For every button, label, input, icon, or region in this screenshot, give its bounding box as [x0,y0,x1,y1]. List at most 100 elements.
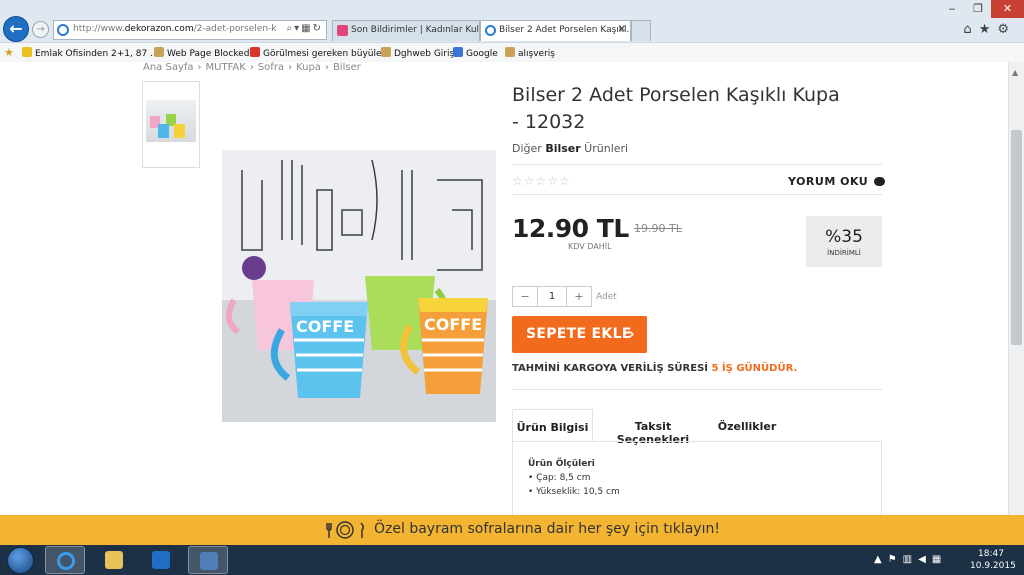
review-link[interactable]: YORUM OKU [788,175,886,188]
system-tray: ▲⚑▥◀▦ [874,554,947,565]
add-to-cart-button[interactable]: SEPETE EKLE › [512,316,647,353]
favorites-bar: ★ Emlak Ofisinden 2+1, 87 ... Web Page B… [0,42,1024,62]
brand-link[interactable]: Diğer Bilser Ürünleri [512,142,628,155]
old-price: 19.90 TL [634,222,682,235]
taskbar-file-explorer[interactable] [94,546,134,574]
product-page: Ana Sayfa › MUTFAK › Sofra › Kupa › Bilser [0,62,1008,515]
fav-item[interactable]: Emlak Ofisinden 2+1, 87 ... [22,47,159,59]
keyboard-icon[interactable]: ▦ [932,554,947,565]
url-prefix: http://www. [73,24,125,34]
url-text: http://www.dekorazon.com/2-adet-porselen… [73,24,277,34]
home-icon[interactable]: ⌂ [963,22,978,37]
crumb-mutfak[interactable]: MUTFAK [206,62,246,73]
fav-label: Görülmesi gereken büyüle... [263,49,391,59]
tab-taksit[interactable]: Taksit Seçenekleri [599,409,707,446]
thumbnail-image [146,100,196,142]
gear-icon[interactable]: ⚙ [997,22,1016,37]
product-thumbnail[interactable] [142,81,200,168]
banner-text: Özel bayram sofralarına dair her şey içi… [374,521,720,537]
address-actions: ⌕▾▦↻ [287,23,323,34]
tax-note: KDV DAHİL [568,242,612,251]
action-center-icon[interactable]: ⚑ [888,554,903,565]
scroll-up-arrow-icon[interactable]: ▲ [1012,68,1018,77]
fav-item[interactable]: alışveriş [505,47,555,59]
product-tabs: Ürün Bilgisi Taksit Seçenekleri Özellikl… [512,409,882,446]
crumb-sofra[interactable]: Sofra [258,62,284,73]
qty-input[interactable]: 1 [538,287,566,306]
folder-icon [105,551,123,569]
new-tab-button[interactable] [631,20,651,41]
maximize-icon[interactable]: ❐ [965,0,991,18]
google-icon [453,47,463,57]
clock-time[interactable]: 18:47 [978,549,1004,559]
tab-urun-bilgisi[interactable]: Ürün Bilgisi [512,409,593,442]
tab-panel: Ürün Ölçüleri • Çap: 8,5 cm • Yükseklik:… [512,441,882,515]
minimize-icon[interactable]: ‒ [939,0,965,18]
fav-item[interactable]: Görülmesi gereken büyüle... [250,47,390,59]
breadcrumb: Ana Sayfa › MUTFAK › Sofra › Kupa › Bilser [143,62,365,73]
compat-view-icon[interactable]: ▦ [301,23,312,34]
network-icon[interactable]: ▥ [903,554,918,565]
s-site-icon [22,47,32,57]
qty-unit: Adet [596,292,617,302]
volume-icon[interactable]: ◀ [918,554,932,565]
monitor-icon [200,552,218,570]
taskbar-internet-explorer[interactable] [45,546,85,574]
drop-icon [250,47,260,57]
fav-item[interactable]: Google [453,47,498,59]
clock-date[interactable]: 10.9.2015 [970,561,1016,571]
divider [512,164,882,165]
forward-arrow-icon[interactable]: → [32,21,49,38]
crumb-kupa[interactable]: Kupa [296,62,321,73]
info-line: • Yükseklik: 10,5 cm [528,487,620,497]
taskbar-remote-app[interactable] [188,546,228,574]
quantity-stepper: − 1 + [512,286,592,307]
fav-label: Google [466,49,498,59]
product-photo[interactable]: COFFE COFFE [222,150,496,422]
page-icon [505,47,515,57]
pink-site-icon [337,25,348,36]
info-line: • Çap: 8,5 cm [528,473,591,483]
tab-kadinlar-kulubu[interactable]: Son Bildirimler | Kadınlar Kulübü [332,20,480,41]
brand-name: Bilser [545,142,581,155]
fav-label: Web Page Blocked [167,49,250,59]
qty-plus-button[interactable]: + [566,287,591,306]
crumb-home[interactable]: Ana Sayfa [143,62,194,73]
browser-chrome: ← → http://www.dekorazon.com/2-adet-pors… [0,0,1024,62]
promo-banner[interactable]: Özel bayram sofralarına dair her şey içi… [0,515,1024,545]
rating-stars[interactable]: ☆☆☆☆☆ [512,174,571,188]
fav-item[interactable]: Dghweb Giriş [381,47,454,59]
current-price: 12.90 TL [512,214,629,243]
url-domain: dekorazon.com [124,24,194,34]
windows-start-icon[interactable] [7,547,34,574]
qty-minus-button[interactable]: − [513,287,538,306]
ie-icon [57,552,75,570]
svg-text:COFFE: COFFE [296,317,354,336]
close-tab-icon[interactable]: ✕ [618,24,626,35]
tab-label: Bilser 2 Adet Porselen Kaşıkl... [499,25,631,35]
discount-percent: %35 [825,227,863,247]
page-scrollbar[interactable]: ▲ ▼ [1008,62,1024,545]
scroll-thumb[interactable] [1011,130,1022,345]
tab-ozellikler[interactable]: Özellikler [712,409,782,442]
fav-label: Dghweb Giriş [394,49,455,59]
chevron-right-icon: › [628,324,635,343]
search-icon[interactable]: ⌕ [287,23,295,34]
back-arrow-icon[interactable]: ← [3,16,29,42]
favorites-star-icon[interactable]: ★ [979,22,998,37]
brand-suffix: Ürünleri [584,142,629,155]
close-window-icon[interactable]: ✕ [991,0,1024,18]
product-title: Bilser 2 Adet Porselen Kaşıklı Kupa - 12… [512,84,840,133]
add-favorite-star-icon[interactable]: ★ [4,46,14,59]
crumb-bilser[interactable]: Bilser [333,62,361,73]
info-title: Ürün Ölçüleri [528,459,595,469]
address-bar[interactable]: http://www.dekorazon.com/2-adet-porselen… [53,20,327,40]
refresh-icon[interactable]: ↻ [313,23,323,34]
crumb-sep: › [249,62,254,73]
divider [512,389,882,390]
page-icon [154,47,164,57]
taskbar-outlook[interactable] [141,546,181,574]
fav-item[interactable]: Web Page Blocked [154,47,249,59]
show-hidden-icon[interactable]: ▲ [874,554,888,565]
tab-bilser-product[interactable]: Bilser 2 Adet Porselen Kaşıkl... ✕ [480,20,631,41]
